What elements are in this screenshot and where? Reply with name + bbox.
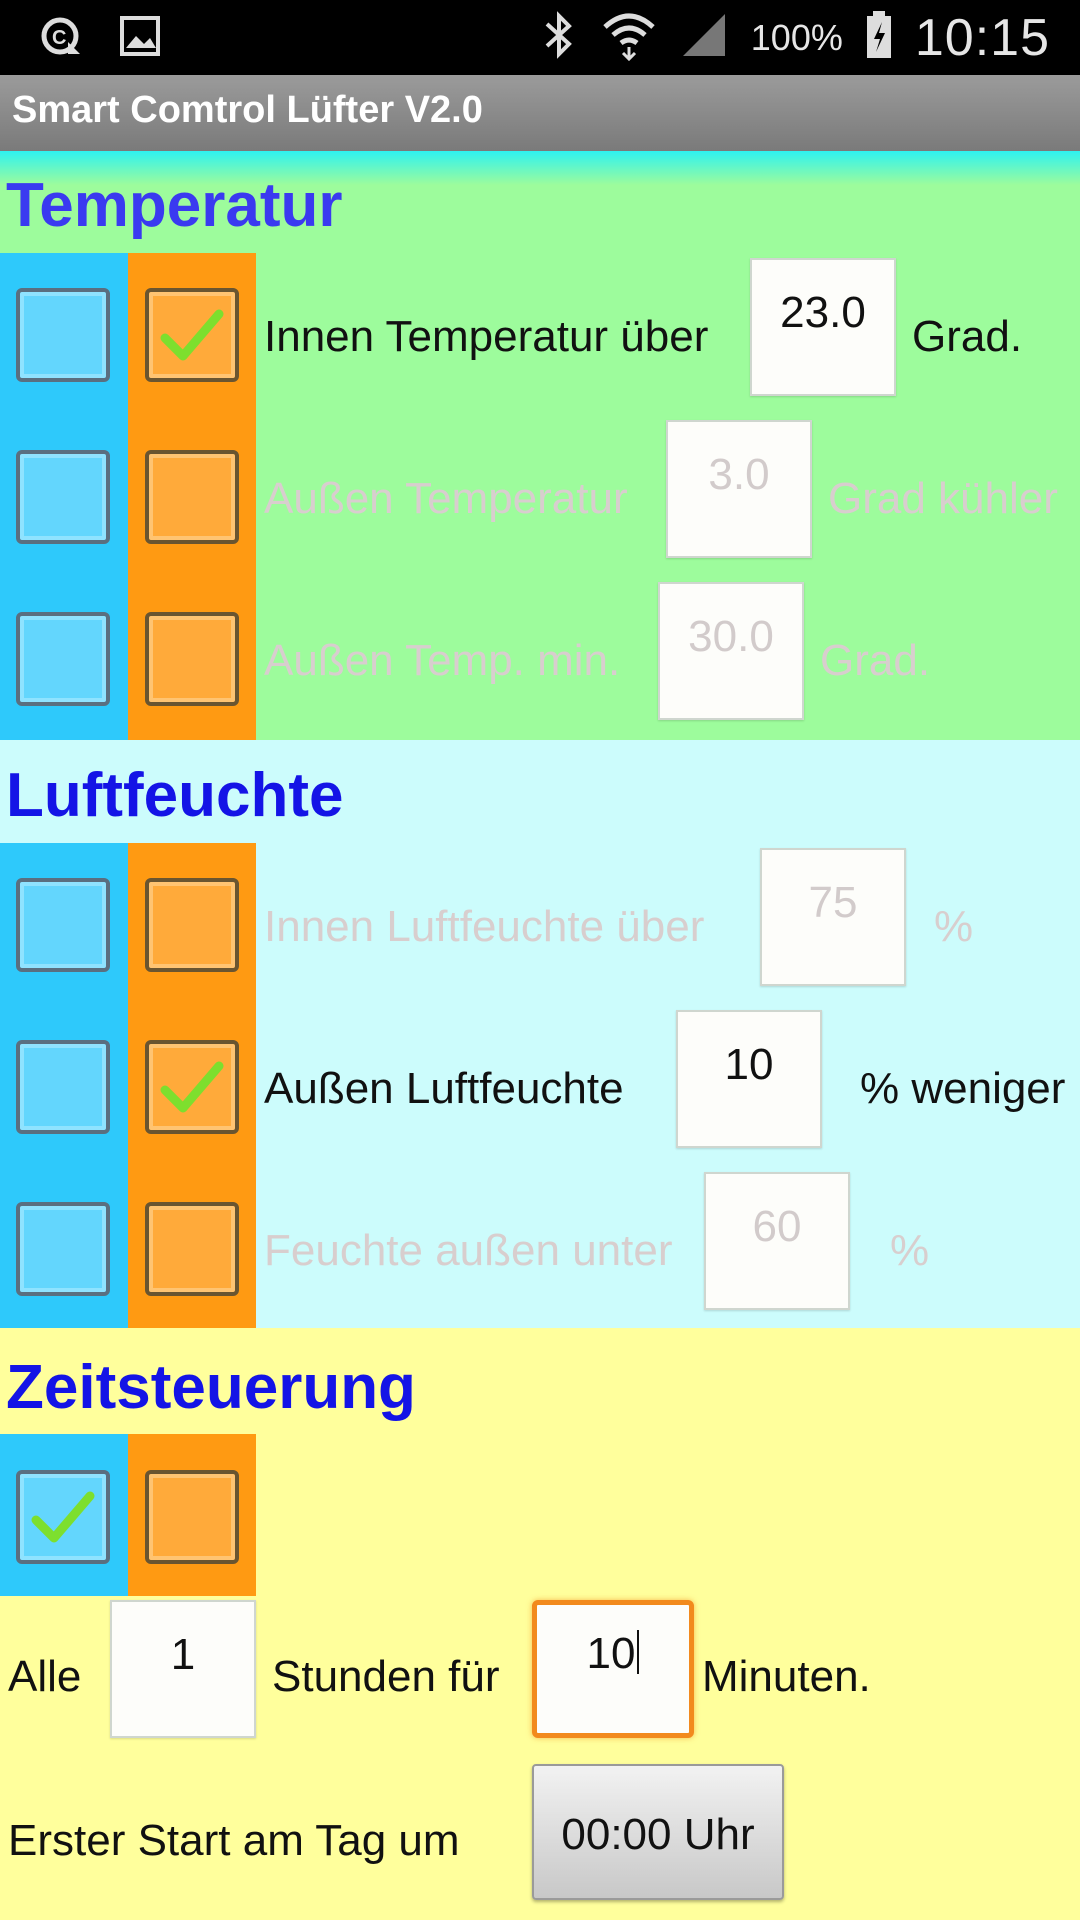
hours-input[interactable]: 1: [110, 1600, 256, 1738]
temp-row1-input[interactable]: 23.0: [750, 258, 896, 396]
temp-row3-value: 30.0: [688, 612, 774, 661]
minutes-value: 10: [586, 1629, 636, 1678]
temp-row1-blue-checkbox[interactable]: [16, 288, 110, 382]
checkmark-icon: [31, 1491, 95, 1543]
checkmark-icon: [160, 309, 224, 361]
humidity-title: Luftfeuchte: [6, 761, 344, 830]
signal-icon: [679, 10, 729, 65]
svg-text:C: C: [52, 27, 66, 49]
status-bar: C 100% 10:15: [0, 0, 1080, 75]
hum-row1-label: Innen Luftfeuchte über: [264, 902, 705, 951]
bluetooth-icon: [539, 10, 579, 65]
hum-row1-blue-checkbox[interactable]: [16, 878, 110, 972]
hum-row1-value: 75: [808, 878, 858, 927]
hum-row2-label: Außen Luftfeuchte: [264, 1064, 624, 1113]
text-caret: [637, 1630, 640, 1674]
temp-row3-input[interactable]: 30.0: [658, 582, 804, 720]
first-start-label: Erster Start am Tag um: [8, 1816, 460, 1865]
hum-row1-input[interactable]: 75: [760, 848, 906, 986]
temperature-title: Temperatur: [6, 171, 343, 240]
hum-row3-value: 60: [752, 1202, 802, 1251]
first-start-time-label: 00:00 Uhr: [561, 1810, 755, 1859]
checkmark-icon: [160, 1061, 224, 1113]
app-title: Smart Comtrol Lüfter V2.0: [12, 89, 483, 131]
action-bar: Smart Comtrol Lüfter V2.0: [0, 75, 1080, 151]
temp-row1-unit: Grad.: [912, 312, 1023, 361]
hum-row2-orange-checkbox[interactable]: [145, 1040, 239, 1134]
hum-row3-label: Feuchte außen unter: [264, 1226, 673, 1275]
temp-row2-unit: Grad kühler: [828, 474, 1058, 523]
timer-title: Zeitsteuerung: [6, 1353, 416, 1422]
temp-row1-orange-checkbox[interactable]: [145, 288, 239, 382]
battery-percent: 100%: [750, 16, 843, 58]
hum-row1-orange-checkbox[interactable]: [145, 878, 239, 972]
hours-value: 1: [170, 1630, 196, 1679]
hum-row2-unit: % weniger: [860, 1064, 1066, 1113]
minutes-input[interactable]: 10: [532, 1600, 694, 1738]
data-saver-icon: C: [40, 14, 84, 58]
battery-icon: [865, 10, 893, 65]
clock: 10:15: [914, 8, 1050, 67]
temp-row3-orange-checkbox[interactable]: [145, 612, 239, 706]
temp-row3-label: Außen Temp. min.: [264, 636, 621, 685]
temp-row2-input[interactable]: 3.0: [666, 420, 812, 558]
temp-row3-unit: Grad.: [820, 636, 931, 685]
hum-row3-input[interactable]: 60: [704, 1172, 850, 1310]
temp-row1-label: Innen Temperatur über: [264, 312, 709, 361]
temp-row1-value: 23.0: [780, 288, 866, 337]
temp-row2-orange-checkbox[interactable]: [145, 450, 239, 544]
hum-row2-input[interactable]: 10: [676, 1010, 822, 1148]
temp-row2-blue-checkbox[interactable]: [16, 450, 110, 544]
hum-row3-unit: %: [890, 1226, 930, 1275]
hum-row3-orange-checkbox[interactable]: [145, 1202, 239, 1296]
hum-row1-unit: %: [934, 902, 974, 951]
temp-row2-label: Außen Temperatur: [264, 474, 628, 523]
hours-label: Stunden für: [272, 1652, 500, 1701]
minutes-label: Minuten.: [702, 1652, 871, 1701]
timer-orange-checkbox[interactable]: [145, 1470, 239, 1564]
hum-row2-blue-checkbox[interactable]: [16, 1040, 110, 1134]
timer-blue-checkbox[interactable]: [16, 1470, 110, 1564]
every-label: Alle: [8, 1652, 82, 1701]
image-icon: [118, 14, 162, 58]
hum-row2-value: 10: [724, 1040, 774, 1089]
temp-row2-value: 3.0: [708, 450, 770, 499]
wifi-icon: [601, 9, 657, 66]
temp-row3-blue-checkbox[interactable]: [16, 612, 110, 706]
first-start-time-button[interactable]: 00:00 Uhr: [532, 1764, 784, 1900]
hum-row3-blue-checkbox[interactable]: [16, 1202, 110, 1296]
